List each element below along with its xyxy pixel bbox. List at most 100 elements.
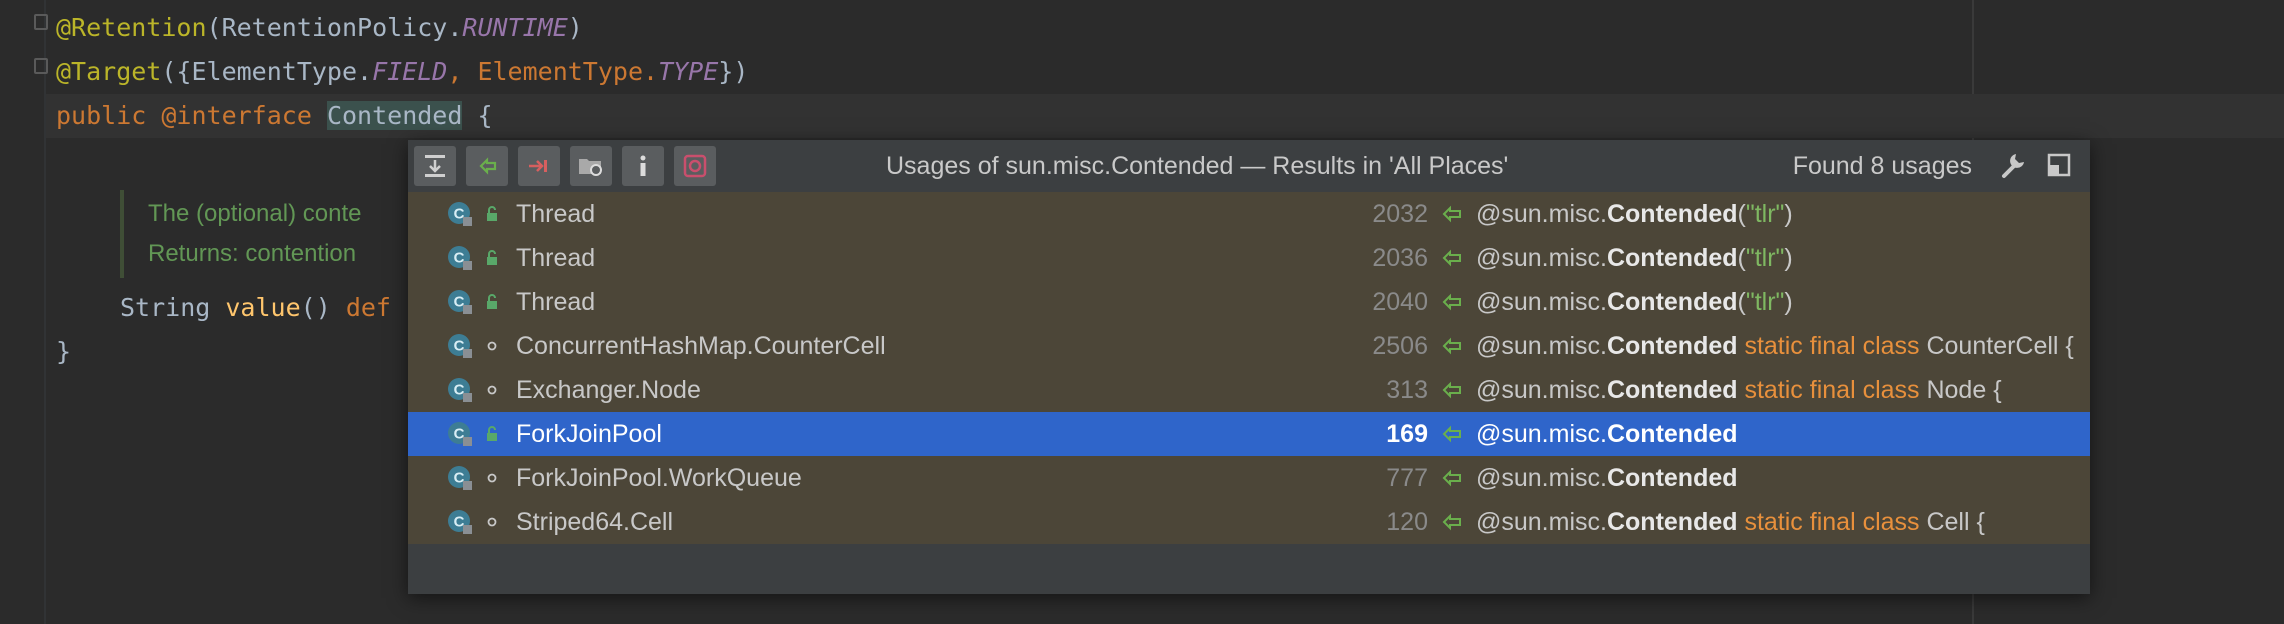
usage-row[interactable]: C ConcurrentHashMap.CounterCell 2506 @sun.m…	[408, 324, 2090, 368]
class-name-token[interactable]: Contended	[326, 101, 463, 130]
usage-row[interactable]: C Thread 2032 @sun.misc.Contended("tlr")	[408, 192, 2090, 236]
usage-line-number: 169	[1386, 420, 1428, 448]
usage-line-number: 2036	[1372, 244, 1428, 272]
keyword-token: static final class	[1737, 376, 1920, 404]
usage-code-snippet: @sun.misc.Contended("tlr")	[1476, 192, 1793, 236]
scope-folder-icon	[579, 159, 602, 176]
usage-file-name: ForkJoinPool	[516, 420, 662, 448]
class-icon: C	[448, 334, 472, 358]
match-token: Contended	[1606, 200, 1738, 228]
usages-list[interactable]: C Thread 2032 @sun.misc.Contended("tlr") C Th…	[408, 192, 2090, 544]
usage-code-snippet: @sun.misc.Contended static final class C…	[1476, 500, 1985, 544]
usage-code-snippet: @sun.misc.Contended static final class C…	[1476, 324, 2074, 368]
enum-constant-token: RUNTIME	[462, 13, 568, 42]
code-token: @sun.misc.	[1476, 244, 1607, 272]
code-token: @sun.misc.	[1476, 376, 1607, 404]
scope-folder-button[interactable]	[570, 146, 612, 186]
class-icon: C	[448, 290, 472, 314]
expand-all-button[interactable]	[414, 146, 456, 186]
usages-popup[interactable]: Usages of sun.misc.Contended — Results i…	[408, 140, 2090, 594]
class-icon: C	[448, 422, 472, 446]
usage-row[interactable]: C ForkJoinPool 169 @sun.misc.Contended	[408, 412, 2090, 456]
usage-line-number: 777	[1386, 464, 1428, 492]
settings-button[interactable]	[674, 146, 716, 186]
lock-icon	[487, 250, 497, 265]
code-token: )	[1784, 200, 1793, 228]
svg-text:C: C	[454, 470, 465, 487]
usage-file-name: ForkJoinPool.WorkQueue	[516, 464, 802, 492]
match-token: Contended	[1606, 420, 1738, 448]
lock-icon	[487, 294, 497, 309]
code-token: (	[1737, 244, 1746, 272]
code-token: @sun.misc.	[1476, 200, 1607, 228]
usage-arrow-icon	[1442, 337, 1461, 355]
code-token: @sun.misc.	[1476, 332, 1607, 360]
code-line-3[interactable]: public @interface Contended {	[56, 94, 493, 138]
match-token: Contended	[1606, 288, 1738, 316]
next-occurrence-icon	[529, 160, 547, 172]
string-token: "tlr"	[1745, 244, 1785, 272]
doc-comment-line: The (optional) conte	[148, 200, 362, 227]
enum-constant-token: FIELD	[372, 57, 448, 86]
keyword-token: static final class	[1737, 508, 1920, 536]
usage-file-name: Thread	[516, 200, 596, 228]
code-token: ({ElementType.	[161, 57, 373, 86]
usage-line-number: 120	[1386, 508, 1428, 536]
class-icon: C	[448, 466, 472, 490]
code-token: )	[1784, 288, 1793, 316]
code-line-2[interactable]: @Target({ElementType.FIELD, ElementType.…	[56, 50, 748, 94]
code-token: (RetentionPolicy.	[206, 13, 463, 42]
usage-code-snippet: @sun.misc.Contended static final class N…	[1476, 368, 2002, 412]
code-line-6[interactable]: String value() def	[120, 286, 391, 330]
code-line-7[interactable]: }	[56, 330, 71, 374]
usage-arrow-icon	[1442, 425, 1461, 443]
usage-code-snippet: @sun.misc.Contended("tlr")	[1476, 236, 1793, 280]
svg-text:C: C	[454, 206, 465, 223]
usage-row[interactable]: C Thread 2036 @sun.misc.Contended("tlr")	[408, 236, 2090, 280]
usage-row[interactable]: C Thread 2040 @sun.misc.Contended("tlr")	[408, 280, 2090, 324]
info-button[interactable]	[622, 146, 664, 186]
usage-code-snippet: @sun.misc.Contended	[1476, 412, 1738, 456]
previous-occurrence-icon	[479, 157, 497, 175]
info-icon	[640, 155, 646, 176]
code-token: @sun.misc.	[1476, 508, 1607, 536]
pin-window-icon[interactable]	[2044, 150, 2074, 180]
keyword-token: public	[56, 101, 147, 130]
popup-footer	[408, 544, 2090, 594]
package-private-icon	[487, 341, 497, 351]
usage-file-name: Striped64.Cell	[516, 508, 674, 536]
svg-text:C: C	[454, 338, 465, 355]
class-icon: C	[448, 202, 472, 226]
wrench-icon[interactable]	[1998, 150, 2028, 180]
code-line-1[interactable]: @Retention(RetentionPolicy.RUNTIME)	[56, 6, 583, 50]
usage-row[interactable]: C ForkJoinPool.WorkQueue 777 @sun.misc.Cont…	[408, 456, 2090, 500]
fold-marker-icon[interactable]	[34, 14, 48, 30]
annotation-token: @Target	[56, 57, 162, 86]
code-token: Node {	[1919, 376, 2002, 404]
code-token: Cell {	[1919, 508, 1985, 536]
usage-arrow-icon	[1442, 205, 1461, 223]
expand-all-icon	[425, 155, 445, 177]
next-occurrence-button[interactable]	[518, 146, 560, 186]
previous-occurrence-button[interactable]	[466, 146, 508, 186]
class-icon: C	[448, 378, 472, 402]
match-token: Contended	[1606, 464, 1738, 492]
usage-row[interactable]: C Exchanger.Node 313 @sun.misc.Contended st…	[408, 368, 2090, 412]
keyword-token: def	[345, 293, 391, 322]
usage-line-number: 2040	[1372, 288, 1428, 316]
keyword-token: @interface	[161, 101, 312, 130]
usage-row[interactable]: C Striped64.Cell 120 @sun.misc.Contended st…	[408, 500, 2090, 544]
doc-comment-line: Returns: contention	[148, 240, 357, 267]
usage-line-number: 313	[1386, 376, 1428, 404]
svg-text:C: C	[454, 294, 465, 311]
code-token: CounterCell {	[1919, 332, 2074, 360]
class-icon: C	[448, 246, 472, 270]
usage-line-number: 2506	[1372, 332, 1428, 360]
settings-icon	[683, 154, 707, 178]
class-icon: C	[448, 510, 472, 534]
fold-marker-icon[interactable]	[34, 58, 48, 74]
string-token: "tlr"	[1745, 288, 1785, 316]
svg-text:C: C	[454, 250, 465, 267]
usage-arrow-icon	[1442, 381, 1461, 399]
code-token: }	[56, 337, 72, 366]
